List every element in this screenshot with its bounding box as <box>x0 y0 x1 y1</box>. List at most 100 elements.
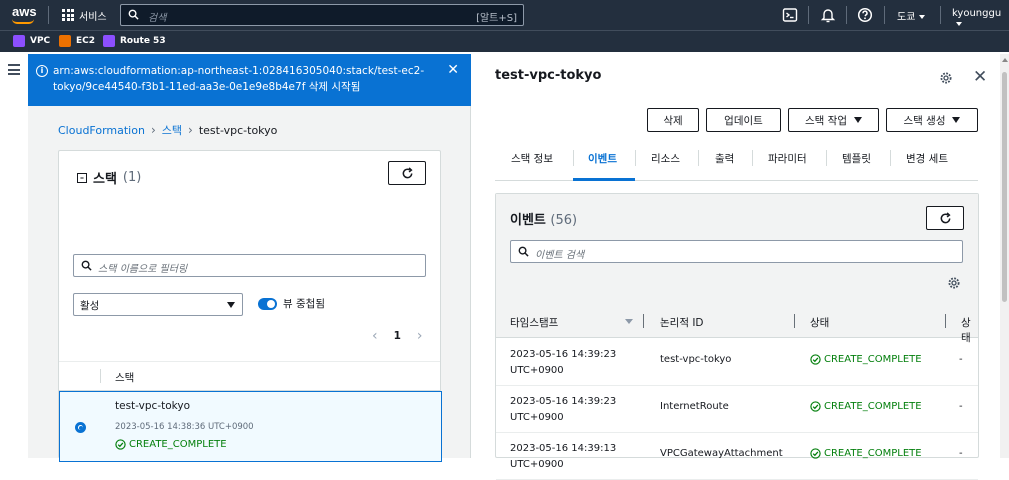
previous-page-icon[interactable]: ‹ <box>372 328 378 344</box>
tab-events[interactable]: 이벤트 <box>588 151 617 166</box>
refresh-events-button[interactable] <box>926 206 964 230</box>
notifications-bell-icon[interactable] <box>820 7 836 23</box>
timestamp-date: 2023-05-16 14:39:13 <box>510 443 617 454</box>
nav-divider <box>940 6 941 24</box>
tab-outputs[interactable]: 출력 <box>715 151 734 166</box>
event-timestamp: 2023-05-16 14:39:23 UTC+0900 <box>510 347 616 379</box>
favorite-vpc[interactable]: VPC <box>13 35 50 47</box>
aws-logo[interactable]: aws <box>12 4 37 19</box>
region-selector[interactable]: 도쿄 <box>897 8 926 23</box>
column-resizer[interactable] <box>794 314 795 328</box>
breadcrumb-cloudformation[interactable]: CloudFormation <box>58 124 145 137</box>
help-icon[interactable] <box>857 7 873 23</box>
event-status-reason: - <box>959 401 963 412</box>
nav-divider <box>884 6 885 24</box>
tab-stack-info[interactable]: 스택 정보 <box>511 151 553 166</box>
search-placeholder: 검색 <box>148 13 167 24</box>
tab-divider <box>826 150 827 166</box>
cloudshell-icon[interactable] <box>782 7 798 23</box>
favorite-route53[interactable]: Route 53 <box>103 35 166 47</box>
current-page-number[interactable]: 1 <box>394 330 401 342</box>
region-label: 도쿄 <box>897 12 916 23</box>
tab-parameters[interactable]: 파라미터 <box>768 151 807 166</box>
events-title: 이벤트 (56) <box>510 209 577 228</box>
event-search-input[interactable]: 이벤트 검색 <box>510 240 963 263</box>
account-menu[interactable]: kyounggu <box>952 8 1009 30</box>
check-circle-icon <box>115 439 126 450</box>
stack-filter-placeholder: 스택 이름으로 필터링 <box>98 264 188 275</box>
stack-detail-title: test-vpc-tokyo <box>495 68 602 83</box>
event-timestamp: 2023-05-16 14:39:13 UTC+0900 <box>510 441 616 473</box>
tab-change-sets[interactable]: 변경 세트 <box>906 151 948 166</box>
ec2-service-icon <box>59 35 71 47</box>
tab-resources[interactable]: 리소스 <box>651 151 680 166</box>
nested-view-label: 뷰 중첩됨 <box>283 298 325 310</box>
scroll-up-arrow-icon[interactable] <box>1002 58 1008 62</box>
column-header-timestamp[interactable]: 타임스탬프 <box>510 315 558 330</box>
nested-view-toggle[interactable] <box>258 298 277 310</box>
column-header-status[interactable]: 상태 <box>810 315 829 330</box>
tab-divider <box>752 150 753 166</box>
stack-filter-input[interactable]: 스택 이름으로 필터링 <box>73 254 426 277</box>
tab-template[interactable]: 템플릿 <box>842 151 871 166</box>
global-search-input[interactable]: 검색 [알트+S] <box>120 4 524 26</box>
page-scrollbar[interactable] <box>1000 54 1009 458</box>
update-button-label: 업데이트 <box>724 114 763 127</box>
row-radio-button[interactable] <box>75 422 86 433</box>
sort-descending-icon[interactable] <box>625 319 633 324</box>
table-preferences-gear-icon[interactable] <box>948 277 960 289</box>
status-filter-select[interactable]: 활성 <box>73 293 243 316</box>
nav-divider <box>808 6 809 24</box>
check-circle-icon <box>810 354 821 365</box>
table-row[interactable]: test-vpc-tokyo 2023-05-16 14:38:36 UTC+0… <box>59 391 442 462</box>
favorite-ec2[interactable]: EC2 <box>59 35 95 47</box>
favorite-label: Route 53 <box>120 36 166 46</box>
gear-icon[interactable] <box>940 72 952 84</box>
side-nav-menu-icon[interactable] <box>8 64 20 78</box>
events-header: 이벤트 (56) 이벤트 검색 <box>496 194 978 304</box>
tab-divider <box>573 150 574 166</box>
stack-name[interactable]: test-vpc-tokyo <box>115 400 190 412</box>
timestamp-zone: UTC+0900 <box>510 365 564 376</box>
refresh-stacks-button[interactable] <box>388 161 426 185</box>
favorites-bar: VPC EC2 Route 53 <box>0 30 1009 52</box>
collapse-icon[interactable]: – <box>77 172 87 183</box>
column-header-stack[interactable]: 스택 <box>115 370 134 385</box>
stack-status-text: CREATE_COMPLETE <box>129 439 227 450</box>
services-grid-icon[interactable] <box>62 9 74 21</box>
nav-divider <box>846 6 847 24</box>
timestamp-date: 2023-05-16 14:39:23 <box>510 349 617 360</box>
stacks-table-header: 스택 <box>59 361 440 391</box>
chevron-right-icon: › <box>188 123 193 137</box>
event-logical-id: VPCGatewayAttachment <box>660 448 783 459</box>
account-username: kyounggu <box>952 8 1002 19</box>
column-header-logical-id[interactable]: 논리적 ID <box>660 315 704 330</box>
create-stack-label: 스택 생성 <box>903 114 946 127</box>
update-button[interactable]: 업데이트 <box>706 108 781 132</box>
events-count: (56) <box>550 213 578 228</box>
create-stack-button[interactable]: 스택 생성 <box>886 108 978 132</box>
column-resizer[interactable] <box>945 314 946 328</box>
event-status-reason: - <box>959 354 963 365</box>
breadcrumb-current: test-vpc-tokyo <box>198 123 278 137</box>
services-menu-button[interactable]: 서비스 <box>79 8 107 23</box>
breadcrumb-stacks[interactable]: 스택 <box>162 122 182 138</box>
chevron-down-icon <box>919 15 926 19</box>
delete-button[interactable]: 삭제 <box>647 108 699 132</box>
dismiss-notification-icon[interactable]: ✕ <box>447 62 459 78</box>
scrollbar-thumb[interactable] <box>1002 72 1007 302</box>
next-page-icon[interactable]: › <box>417 328 423 344</box>
table-row: 2023-05-16 14:39:23 UTC+0900 InternetRout… <box>496 386 978 433</box>
column-divider <box>100 369 101 383</box>
stack-actions-label: 스택 작업 <box>805 114 847 127</box>
stacks-panel: i arn:aws:cloudformation:ap-northeast-1:… <box>28 54 471 462</box>
flash-message: arn:aws:cloudformation:ap-northeast-1:02… <box>53 65 425 93</box>
close-panel-icon[interactable]: ✕ <box>973 67 987 87</box>
stacks-count: (1) <box>122 170 142 185</box>
column-resizer[interactable] <box>643 314 644 328</box>
pagination: ‹ 1 › <box>372 328 423 344</box>
stack-actions-button[interactable]: 스택 작업 <box>788 108 879 132</box>
top-navigation-bar: aws 서비스 검색 [알트+S] 도쿄 kyounggu <box>0 0 1009 30</box>
refresh-icon <box>402 166 413 178</box>
route53-service-icon <box>103 35 115 47</box>
